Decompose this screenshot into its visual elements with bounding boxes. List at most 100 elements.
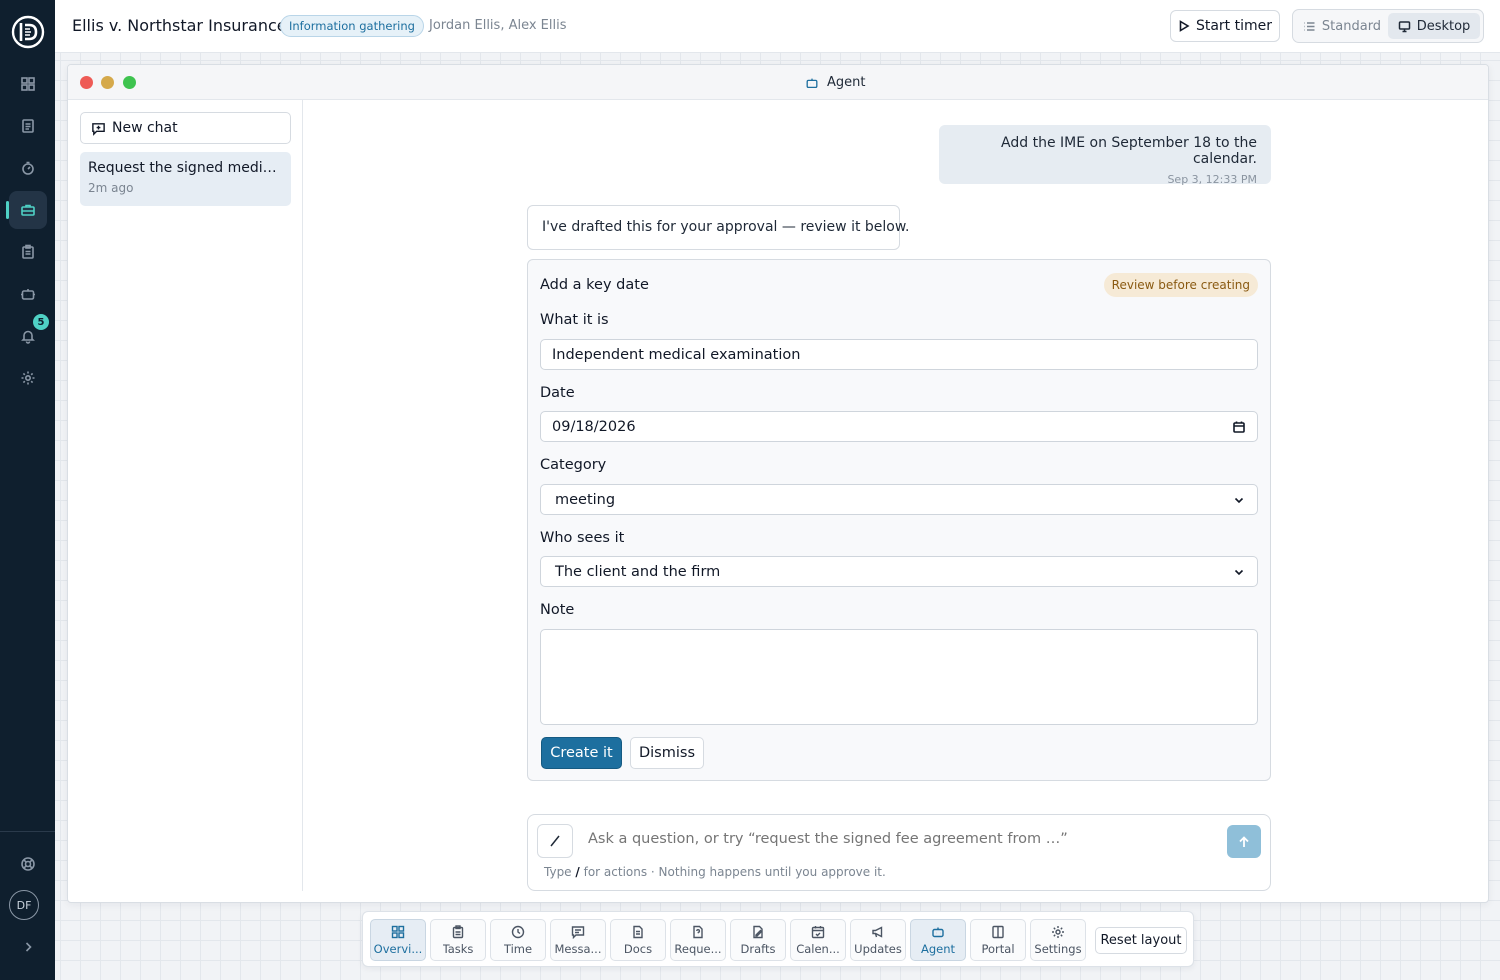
actions-button[interactable]	[537, 824, 573, 858]
window-close-button[interactable]	[80, 76, 93, 89]
view-desktop-label: Desktop	[1416, 18, 1471, 34]
agent-window: Agent New chat Request the signed medica…	[67, 64, 1489, 903]
view-mode-toggle: Standard Desktop	[1292, 9, 1484, 43]
megaphone-icon	[872, 925, 883, 938]
list-icon	[1304, 21, 1315, 31]
top-bar: Ellis v. Northstar Insurance Information…	[55, 0, 1500, 53]
request-icon	[693, 925, 703, 938]
send-button[interactable]	[1227, 825, 1261, 858]
dock-messages[interactable]: Messa...	[550, 919, 606, 961]
category-select-value: meeting	[555, 491, 616, 508]
reset-layout-button[interactable]: Reset layout	[1095, 927, 1187, 954]
chat-composer: Type / for actions · Nothing happens unt…	[527, 814, 1271, 891]
app-rail: 5 DF	[0, 0, 55, 980]
dock-time[interactable]: Time	[490, 919, 546, 961]
dock-label: Overvi...	[373, 941, 423, 956]
visibility-select[interactable]: The client and the firm	[540, 556, 1258, 587]
window-titlebar[interactable]: Agent	[68, 65, 1488, 100]
date-label: Date	[540, 385, 575, 401]
category-select[interactable]: meeting	[540, 484, 1258, 515]
robot-icon	[932, 927, 944, 937]
key-date-card: Add a key date Review before creating Wh…	[527, 259, 1271, 781]
note-textarea[interactable]	[540, 629, 1258, 725]
app-logo[interactable]	[10, 14, 46, 50]
note-label: Note	[540, 602, 575, 618]
dock-label: Time	[503, 941, 533, 956]
start-timer-label: Start timer	[1195, 18, 1273, 34]
rail-matters[interactable]	[6, 191, 47, 229]
stage-badge: Information gathering	[280, 15, 424, 37]
rail-time[interactable]	[9, 149, 47, 187]
rail-tasks[interactable]	[9, 233, 47, 271]
dismiss-button[interactable]: Dismiss	[630, 737, 704, 769]
view-standard-button[interactable]: Standard	[1296, 13, 1388, 39]
composer-hint: Type / for actions · Nothing happens unt…	[544, 865, 886, 879]
clipboard-icon	[452, 924, 464, 938]
user-avatar[interactable]: DF	[9, 890, 39, 920]
rail-help[interactable]	[9, 845, 47, 883]
dock-settings[interactable]: Settings	[1030, 919, 1086, 961]
chat-item-title: Request the signed medica...	[88, 160, 283, 176]
visibility-label: Who sees it	[540, 530, 625, 546]
case-title: Ellis v. Northstar Insurance	[72, 16, 287, 35]
dock-tasks[interactable]: Tasks	[430, 919, 486, 961]
dashboard-icon	[21, 77, 35, 91]
dock-agent[interactable]: Agent	[910, 919, 966, 961]
view-standard-label: Standard	[1321, 18, 1382, 34]
create-button[interactable]: Create it	[541, 737, 622, 769]
window-title: Agent	[805, 75, 865, 90]
card-title: Add a key date	[540, 277, 649, 293]
chat-input[interactable]	[588, 831, 1208, 847]
briefcase-icon	[21, 204, 35, 216]
new-chat-icon	[92, 122, 105, 136]
robot-icon	[806, 78, 818, 88]
document-icon	[22, 119, 34, 133]
chat-list-panel: New chat Request the signed medica... 2m…	[68, 100, 303, 891]
dock-requests[interactable]: Reque...	[670, 919, 726, 961]
view-desktop-button[interactable]: Desktop	[1388, 13, 1480, 39]
draft-icon	[753, 925, 763, 938]
dock-label: Updates	[854, 941, 902, 956]
start-timer-button[interactable]: Start timer	[1170, 10, 1280, 42]
dock-overview[interactable]: Overvi...	[370, 919, 426, 961]
date-input[interactable]: 09/18/2026	[540, 411, 1258, 442]
chat-list-item[interactable]: Request the signed medica... 2m ago	[80, 152, 291, 206]
gear-icon	[21, 371, 35, 385]
calendar-icon	[811, 925, 825, 938]
dock-calendar[interactable]: Calen...	[790, 919, 846, 961]
user-message-time: Sep 3, 12:33 PM	[1167, 173, 1257, 186]
dock-drafts[interactable]: Drafts	[730, 919, 786, 961]
window-title-label: Agent	[827, 75, 866, 90]
dock-label: Calen...	[796, 941, 840, 956]
dock-docs[interactable]: Docs	[610, 919, 666, 961]
user-message-text: Add the IME on September 18 to the calen…	[1001, 135, 1257, 167]
rail-agent[interactable]	[9, 275, 47, 313]
rail-dashboard[interactable]	[9, 65, 47, 103]
dock-portal[interactable]: Portal	[970, 919, 1026, 961]
lifebuoy-icon	[21, 857, 35, 871]
user-message: Add the IME on September 18 to the calen…	[939, 125, 1271, 186]
what-input[interactable]: Independent medical examination	[540, 339, 1258, 370]
stopwatch-icon	[22, 161, 34, 175]
review-badge: Review before creating	[1103, 273, 1258, 297]
dock-updates[interactable]: Updates	[850, 919, 906, 961]
dock-label: Agent	[920, 941, 956, 956]
robot-icon	[21, 289, 35, 300]
what-input-value: Independent medical examination	[552, 346, 801, 363]
chevron-down-icon	[1234, 497, 1244, 503]
date-input-value: 09/18/2026	[552, 418, 636, 435]
rail-documents[interactable]	[9, 107, 47, 145]
dock-label: Settings	[1034, 941, 1082, 956]
window-minimize-button[interactable]	[101, 76, 114, 89]
rail-expand[interactable]	[9, 928, 47, 966]
document-icon	[633, 925, 643, 938]
gear-icon	[1052, 925, 1064, 938]
window-maximize-button[interactable]	[123, 76, 136, 89]
bell-icon	[21, 330, 35, 344]
chat-item-time: 2m ago	[88, 181, 134, 195]
rail-divider	[0, 831, 55, 832]
new-chat-button[interactable]: New chat	[80, 112, 291, 144]
rail-settings[interactable]	[9, 359, 47, 397]
dock-label: Reque...	[674, 941, 722, 956]
calendar-icon[interactable]	[1232, 420, 1246, 434]
